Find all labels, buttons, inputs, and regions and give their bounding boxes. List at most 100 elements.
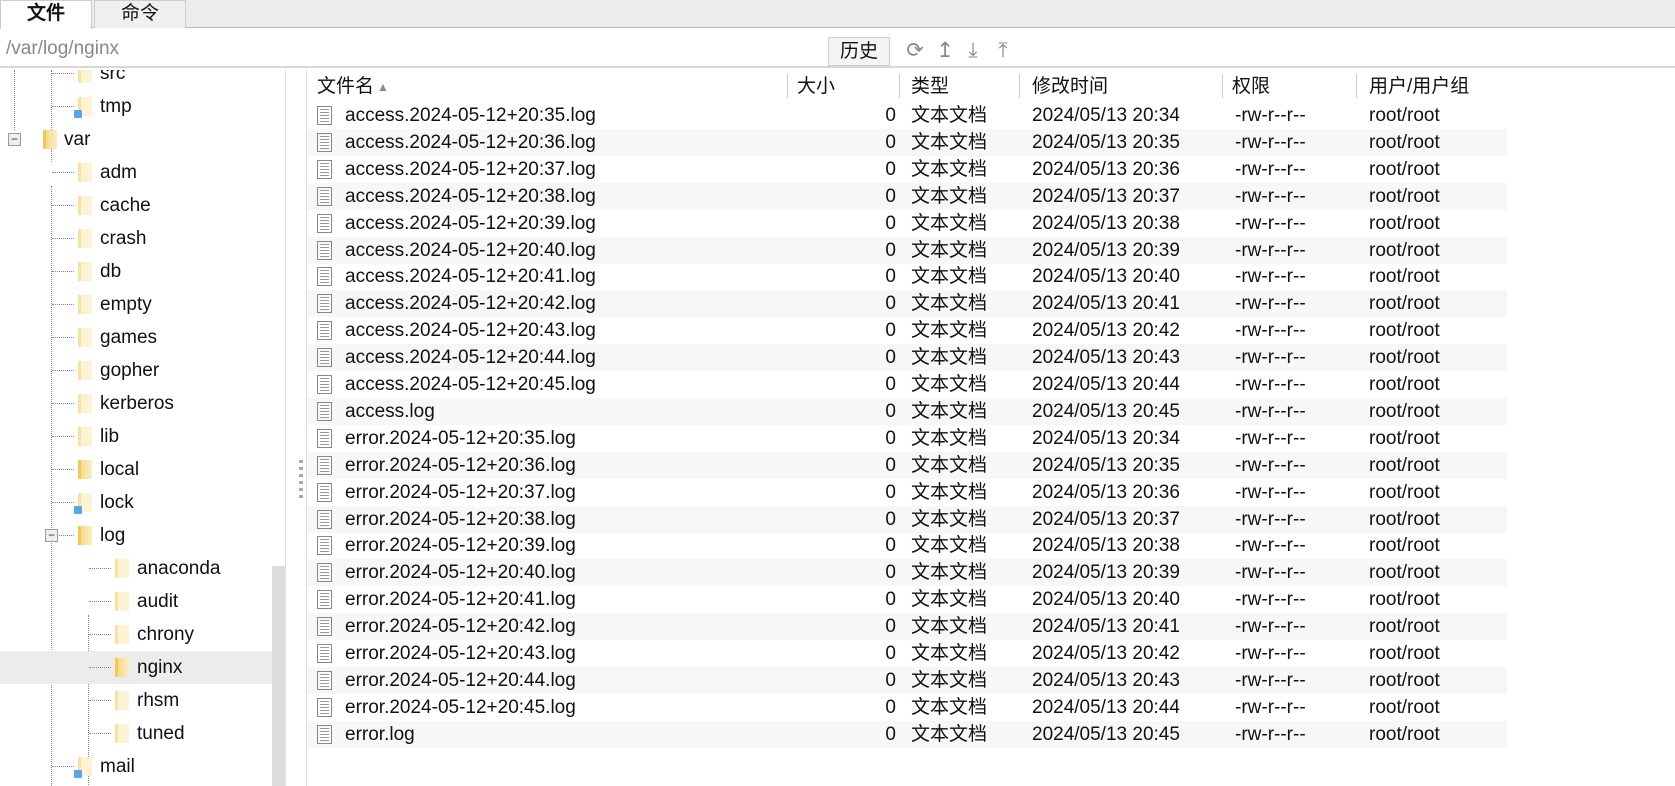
file-row[interactable]: error.2024-05-12+20:36.log 0 文本文档 2024/05/1… xyxy=(307,451,1507,479)
tree-node-log[interactable]: − log xyxy=(0,519,272,552)
tree-node-local[interactable]: local xyxy=(0,453,272,486)
tree-node-src[interactable]: src xyxy=(0,70,272,90)
up-arrow-icon[interactable]: ↥ xyxy=(932,38,958,64)
file-name: error.2024-05-12+20:44.log xyxy=(345,669,576,691)
file-row[interactable]: error.2024-05-12+20:37.log 0 文本文档 2024/05/1… xyxy=(307,479,1507,506)
file-row[interactable]: error.2024-05-12+20:43.log 0 文本文档 2024/05/1… xyxy=(307,640,1507,667)
file-row[interactable]: error.2024-05-12+20:35.log 0 文本文档 2024/05/1… xyxy=(307,425,1507,452)
file-size: 0 xyxy=(885,723,896,745)
tree-node-lib[interactable]: lib xyxy=(0,420,272,453)
file-row[interactable]: access.2024-05-12+20:37.log 0 文本文档 2024/05/… xyxy=(307,156,1507,183)
tree-node-gopher[interactable]: gopher xyxy=(0,354,272,387)
file-name: access.2024-05-12+20:37.log xyxy=(345,158,596,180)
text-file-icon xyxy=(317,132,332,152)
tree-node-label: gopher xyxy=(100,360,160,381)
collapse-toggle-icon[interactable]: − xyxy=(45,529,58,542)
folder-icon xyxy=(43,130,57,149)
text-file-icon xyxy=(317,644,332,663)
column-header-mtime[interactable]: 修改时间 xyxy=(1032,74,1108,100)
text-file-icon xyxy=(317,106,332,125)
file-permissions: -rw-r--r-- xyxy=(1235,616,1306,638)
panel-splitter[interactable] xyxy=(299,460,303,500)
download-icon[interactable]: ⤓ xyxy=(960,38,986,64)
file-name: error.2024-05-12+20:35.log xyxy=(345,427,576,449)
file-row[interactable]: error.2024-05-12+20:42.log 0 文本文档 2024/05/1… xyxy=(307,613,1507,641)
file-row[interactable]: error.2024-05-12+20:39.log 0 文本文档 2024/05/1… xyxy=(307,532,1507,559)
file-name: error.log xyxy=(345,723,415,745)
tree-node-tmp[interactable]: tmp xyxy=(0,90,272,123)
file-size: 0 xyxy=(885,131,896,153)
tree-node-chrony[interactable]: chrony xyxy=(0,618,272,651)
folder-icon xyxy=(78,361,92,380)
column-header-permissions[interactable]: 权限 xyxy=(1232,74,1270,100)
file-row[interactable]: error.2024-05-12+20:45.log 0 文本文档 2024/05/1… xyxy=(307,694,1507,721)
file-row[interactable]: access.2024-05-12+20:39.log 0 文本文档 2024/05/… xyxy=(307,210,1507,237)
file-name: error.2024-05-12+20:40.log xyxy=(345,562,576,584)
file-list-header: 文件名 ▲ 大小 类型 修改时间 权限 用户/用户组 xyxy=(307,70,1675,102)
file-row[interactable]: access.2024-05-12+20:38.log 0 文本文档 2024/05/… xyxy=(307,182,1507,210)
file-size: 0 xyxy=(885,320,896,342)
tree-node-games[interactable]: games xyxy=(0,321,272,354)
file-owner: root/root xyxy=(1369,374,1440,395)
file-mtime: 2024/05/13 20:39 xyxy=(1032,562,1180,584)
tree-node-db[interactable]: db xyxy=(0,255,272,288)
tree-node-nginx[interactable]: nginx xyxy=(0,651,272,684)
column-header-owner[interactable]: 用户/用户组 xyxy=(1369,74,1469,100)
file-mtime: 2024/05/13 20:34 xyxy=(1032,427,1180,449)
tree-node-label: kerberos xyxy=(100,393,174,414)
file-row[interactable]: access.2024-05-12+20:40.log 0 文本文档 2024/05/… xyxy=(307,236,1507,264)
file-type: 文本文档 xyxy=(911,158,988,180)
tree-node-crash[interactable]: crash xyxy=(0,222,272,255)
tree-node-empty[interactable]: empty xyxy=(0,288,272,321)
tree-node-adm[interactable]: adm xyxy=(0,156,272,189)
text-file-icon xyxy=(317,670,332,690)
file-row[interactable]: error.2024-05-12+20:41.log 0 文本文档 2024/05/1… xyxy=(307,586,1507,613)
tree-node-label: lock xyxy=(100,492,134,513)
tab-files[interactable]: 文件 xyxy=(0,0,92,29)
tab-commands[interactable]: 命令 xyxy=(94,0,186,28)
tree-node-var[interactable]: − var xyxy=(0,123,272,156)
refresh-icon[interactable]: ⟳ xyxy=(902,38,928,64)
upload-icon[interactable]: ⤒ xyxy=(990,38,1016,64)
file-name: error.2024-05-12+20:42.log xyxy=(345,616,576,638)
tree-node-label: db xyxy=(100,261,122,282)
tree-node-label: crash xyxy=(100,228,147,249)
file-row[interactable]: access.2024-05-12+20:35.log 0 文本文档 2024/05/… xyxy=(307,102,1507,129)
tree-scrollbar[interactable] xyxy=(272,566,285,786)
history-button[interactable]: 历史 xyxy=(828,37,890,66)
text-file-icon xyxy=(317,213,332,233)
tree-connector xyxy=(52,436,74,437)
file-size: 0 xyxy=(885,158,896,180)
column-header-size[interactable]: 大小 xyxy=(797,74,835,100)
tree-node-tuned[interactable]: tuned xyxy=(0,717,272,750)
file-row[interactable]: access.2024-05-12+20:43.log 0 文本文档 2024/05/… xyxy=(307,317,1507,344)
path-input[interactable] xyxy=(6,36,821,62)
collapse-toggle-icon[interactable]: − xyxy=(8,133,21,146)
file-permissions: -rw-r--r-- xyxy=(1235,400,1306,422)
column-header-type[interactable]: 类型 xyxy=(911,74,949,100)
file-row[interactable]: error.2024-05-12+20:44.log 0 文本文档 2024/05/1… xyxy=(307,666,1507,694)
tree-node-rhsm[interactable]: rhsm xyxy=(0,684,272,717)
file-row[interactable]: access.2024-05-12+20:36.log 0 文本文档 2024/05/… xyxy=(307,128,1507,156)
tree-node-cache[interactable]: cache xyxy=(0,189,272,222)
file-row[interactable]: error.2024-05-12+20:38.log 0 文本文档 2024/05/1… xyxy=(307,505,1507,533)
file-name: access.2024-05-12+20:45.log xyxy=(345,374,596,395)
file-row[interactable]: access.2024-05-12+20:44.log 0 文本文档 2024/05/… xyxy=(307,344,1507,372)
file-row[interactable]: access.2024-05-12+20:45.log 0 文本文档 2024/05/… xyxy=(307,371,1507,398)
file-row[interactable]: access.2024-05-12+20:42.log 0 文本文档 2024/05/… xyxy=(307,290,1507,318)
tree-node-audit[interactable]: audit xyxy=(0,585,272,618)
tree-node-label: tuned xyxy=(137,723,185,744)
tree-node-lock[interactable]: lock xyxy=(0,486,272,519)
column-header-name[interactable]: 文件名 xyxy=(317,74,374,100)
folder-icon xyxy=(115,625,129,644)
text-file-icon xyxy=(317,375,332,394)
file-owner: root/root xyxy=(1369,131,1440,153)
tree-node-mail[interactable]: mail xyxy=(0,750,272,783)
file-type: 文本文档 xyxy=(911,696,988,718)
tree-node-anaconda[interactable]: anaconda xyxy=(0,552,272,585)
file-row[interactable]: access.2024-05-12+20:41.log 0 文本文档 2024/05/… xyxy=(307,263,1507,290)
file-row[interactable]: access.log 0 文本文档 2024/05/13 20:45 -rw-r--r-… xyxy=(307,397,1507,425)
file-row[interactable]: error.log 0 文本文档 2024/05/13 20:45 -rw-r--r--… xyxy=(307,720,1507,748)
tree-node-kerberos[interactable]: kerberos xyxy=(0,387,272,420)
file-row[interactable]: error.2024-05-12+20:40.log 0 文本文档 2024/05/1… xyxy=(307,559,1507,587)
